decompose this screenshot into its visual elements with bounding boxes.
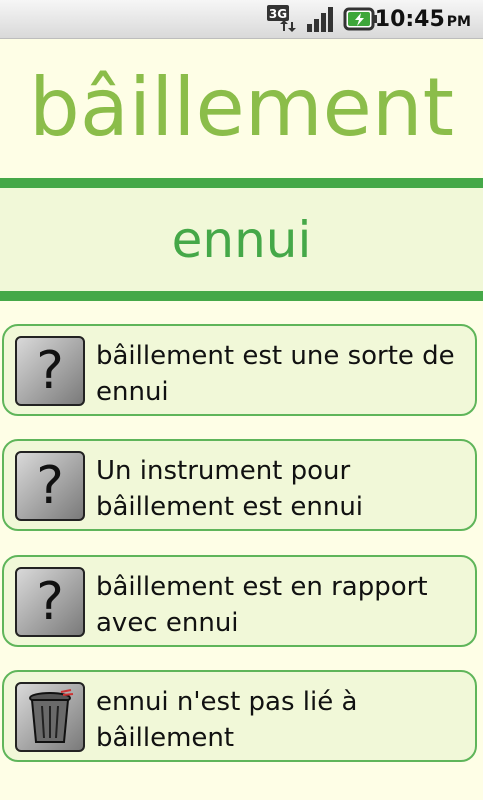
network-3g-icon: 3G — [267, 5, 296, 32]
trash-can-icon — [29, 689, 74, 743]
question-icon[interactable]: ? — [15, 567, 85, 637]
relation-text: bâillement est une sorte de ennui — [96, 341, 455, 407]
question-icon[interactable]: ? — [15, 451, 85, 521]
relation-card[interactable]: ? bâillement est en rapport avec ennui — [2, 555, 477, 647]
main-word: bâillement — [29, 61, 454, 154]
time-ampm: PM — [446, 14, 471, 30]
relation-text: bâillement est en rapport avec ennui — [96, 572, 428, 638]
relation-text: Un instrument pour bâillement est ennui — [96, 456, 364, 522]
question-glyph: ? — [36, 456, 64, 516]
relation-card[interactable]: ? Un instrument pour bâillement est ennu… — [2, 439, 477, 531]
divider-top — [0, 178, 483, 188]
relation-card[interactable]: ennui n'est pas lié à bâillement — [2, 670, 477, 762]
trash-icon[interactable] — [15, 682, 85, 752]
question-glyph: ? — [36, 341, 64, 401]
relation-text: ennui n'est pas lié à bâillement — [96, 687, 358, 753]
battery-charging-icon — [343, 7, 377, 31]
question-icon[interactable]: ? — [15, 336, 85, 406]
related-word: ennui — [171, 211, 312, 269]
question-glyph: ? — [36, 572, 64, 632]
divider-bottom — [0, 291, 483, 301]
status-bar: 3G 10:45 PM — [0, 0, 483, 39]
network-label: 3G — [269, 7, 287, 21]
signal-strength-icon — [307, 7, 333, 32]
time-value: 10:45 — [374, 7, 445, 32]
relation-card[interactable]: ? bâillement est une sorte de ennui — [2, 324, 477, 416]
status-time: 10:45 PM — [375, 7, 471, 32]
